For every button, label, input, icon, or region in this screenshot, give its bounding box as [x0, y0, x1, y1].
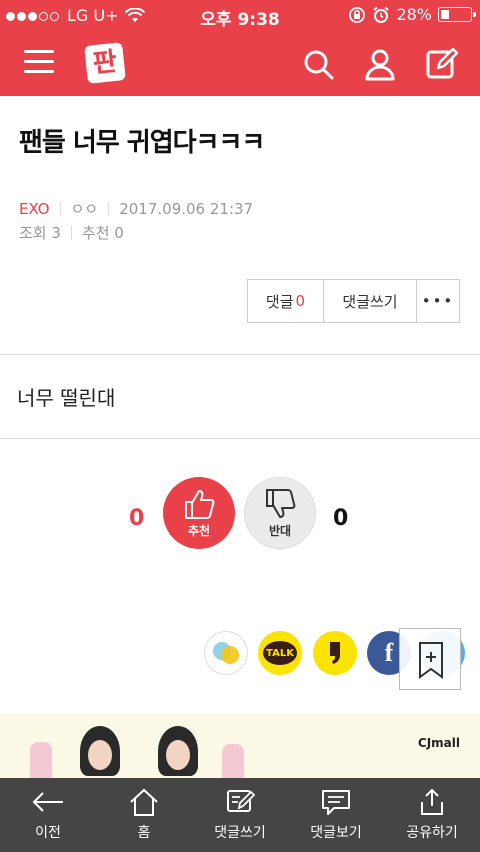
nav-home-label: 홈 — [137, 825, 151, 841]
recommend-count: 추천 0 — [81, 224, 124, 242]
article-title: 팬들 너무 귀엽다ㅋㅋㅋ — [19, 128, 265, 158]
ad-person-image — [158, 726, 198, 776]
more-button[interactable]: ••• — [417, 280, 459, 322]
nav-write-comment-label: 댓글쓰기 — [214, 825, 266, 841]
meta-divider — [59, 201, 61, 216]
nav-share[interactable]: 공유하기 — [384, 778, 480, 852]
category-link[interactable]: EXO — [19, 200, 50, 218]
section-divider — [0, 354, 480, 355]
ad-banner[interactable]: CJmall — [0, 714, 480, 780]
nav-view-comments-label: 댓글보기 — [310, 825, 362, 841]
recommend-label: 추천 — [187, 523, 211, 538]
view-count: 조회 3 — [19, 224, 61, 242]
home-icon — [130, 788, 158, 816]
kakao-comma-icon — [330, 642, 340, 664]
ad-brand-label: CJmall — [417, 736, 460, 750]
oppose-label: 반대 — [268, 523, 292, 538]
nav-share-label: 공유하기 — [406, 825, 458, 841]
battery-percent: 28% — [396, 5, 432, 24]
nav-view-comments[interactable]: 댓글보기 — [288, 778, 384, 852]
meta-divider — [108, 201, 110, 216]
oppose-vote-count: 0 — [333, 506, 349, 531]
alarm-icon — [373, 6, 390, 23]
write-comment-icon — [227, 790, 256, 812]
nav-back[interactable]: 이전 — [0, 778, 96, 852]
view-comments-icon — [322, 790, 350, 815]
oppose-button[interactable]: 반대 — [244, 477, 316, 549]
article-action-group: 댓글 0 댓글쓰기 ••• — [247, 279, 460, 323]
back-arrow-icon — [32, 792, 63, 812]
article-stats: 조회 3 추천 0 — [19, 222, 124, 243]
kakao-share-icon[interactable] — [313, 631, 357, 675]
status-right: 28% — [348, 5, 476, 24]
share-icon — [421, 788, 443, 815]
thumbs-up-icon — [185, 489, 215, 519]
app-header: 판 — [0, 32, 480, 96]
bottom-nav: 이전 홈 댓글쓰기 댓글보기 공유하기 — [0, 778, 480, 852]
ad-person-image — [80, 726, 120, 776]
facebook-label: f — [384, 638, 394, 667]
rotation-lock-icon — [349, 6, 366, 23]
comment-label: 댓글 — [265, 292, 294, 311]
bookmark-add-icon — [419, 642, 443, 679]
recommend-vote-count: 0 — [129, 506, 145, 531]
kakaotalk-share-icon[interactable]: TALK — [258, 631, 302, 675]
article-meta: EXO ㅇㅇ 2017.09.06 21:37 — [19, 198, 253, 219]
status-bar: LG U+ 오후 9:38 28% — [0, 0, 480, 32]
kakaostory-share-icon[interactable] — [204, 631, 248, 675]
search-icon[interactable] — [300, 46, 336, 82]
nav-home[interactable]: 홈 — [96, 778, 192, 852]
thumbs-down-icon — [266, 488, 296, 518]
nav-write-comment[interactable]: 댓글쓰기 — [192, 778, 288, 852]
kakaostory-logo-icon — [213, 642, 239, 664]
comment-count: 0 — [295, 292, 306, 310]
post-datetime: 2017.09.06 21:37 — [119, 199, 254, 218]
bookmark-button[interactable] — [399, 628, 461, 690]
kakaotalk-label: TALK — [263, 641, 297, 665]
article-body: 너무 떨린대 — [17, 386, 116, 410]
comment-count-button[interactable]: 댓글 0 — [248, 280, 324, 322]
ad-product-image — [30, 742, 52, 780]
meta-divider — [70, 225, 72, 240]
section-divider — [0, 438, 480, 439]
ad-product-image — [222, 744, 244, 780]
recommend-button[interactable]: 추천 — [163, 477, 235, 549]
write-icon[interactable] — [424, 46, 460, 82]
user-icon[interactable] — [362, 46, 398, 82]
nav-back-label: 이전 — [35, 825, 61, 841]
write-comment-button[interactable]: 댓글쓰기 — [324, 280, 417, 322]
menu-icon[interactable] — [24, 50, 54, 76]
author-name: ㅇㅇ — [70, 200, 99, 218]
app-logo[interactable]: 판 — [84, 42, 126, 84]
battery-icon — [438, 7, 476, 22]
